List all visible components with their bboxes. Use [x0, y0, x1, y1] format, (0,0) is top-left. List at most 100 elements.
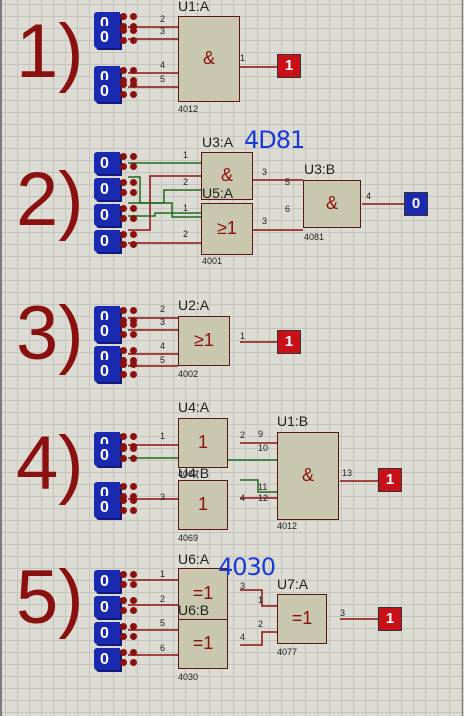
pin-number: 4 — [160, 341, 166, 351]
logic-switch-value: 0 — [100, 651, 109, 668]
component-reference: U6:A — [178, 551, 210, 567]
wire — [128, 444, 178, 500]
switch-terminal-dot — [120, 371, 127, 378]
pin-number: 4 — [366, 191, 372, 201]
gate-symbol: 1 — [197, 432, 208, 452]
pin-number: 13 — [342, 468, 353, 478]
logic-switch-value: 0 — [100, 363, 109, 380]
pin-number: 2 — [160, 594, 166, 604]
switch-terminal-dot — [120, 581, 127, 588]
logic-probe-s4: 1 — [378, 468, 402, 492]
switch-terminal-dot — [130, 597, 137, 604]
part-number: 4001 — [202, 256, 223, 266]
pin-number: 2 — [183, 177, 189, 187]
switch-terminal-dot — [130, 215, 137, 222]
switch-terminal-dot — [130, 153, 137, 160]
switch-terminal-dot — [130, 371, 137, 378]
switch-terminal-dot — [130, 231, 137, 238]
pin-number: 4 — [240, 493, 246, 503]
switch-terminal-dot — [120, 347, 127, 354]
logic-switch-value: 0 — [100, 323, 109, 340]
logic-switch-value: 0 — [100, 447, 109, 464]
section-number: 2) — [16, 157, 84, 242]
wire — [128, 579, 178, 656]
component-reference: U4:B — [178, 465, 210, 481]
switch-terminal-dot — [130, 497, 137, 504]
switch-terminal-dot — [120, 153, 127, 160]
switch-terminal-dot — [130, 321, 137, 328]
switch-terminal-dot — [130, 607, 137, 614]
pin-number: 2 — [258, 619, 264, 629]
section-number: 5) — [16, 555, 84, 640]
schematic-canvas[interactable]: 1) 2) 3) 4) 5) & U1:A 4012 2 3 4 5 1 & U3:A 1 2 3 ≥1 U5:A 40… — [0, 0, 464, 716]
switch-terminal-dot — [130, 581, 137, 588]
gate-symbol: ≥1 — [217, 218, 237, 238]
switch-terminal-dot — [120, 241, 127, 248]
switch-terminal-dot — [120, 13, 127, 20]
switch-terminal-dot — [130, 633, 137, 640]
pin-number: 4 — [160, 60, 166, 70]
switch-terminal-dot — [120, 433, 127, 440]
switch-terminal-dot — [120, 163, 127, 170]
switch-terminal-dot — [120, 445, 127, 452]
pin-number: 2 — [183, 229, 189, 239]
switch-terminal-dot — [130, 163, 137, 170]
pin-number: 1 — [183, 203, 189, 213]
pin-number: 1 — [258, 595, 264, 605]
switch-terminal-dot — [120, 507, 127, 514]
switch-terminal-dot — [130, 623, 137, 630]
switch-terminal-dot — [130, 37, 137, 44]
section-number: 1) — [16, 9, 84, 94]
pin-number: 3 — [262, 167, 268, 177]
switch-terminal-dot — [120, 67, 127, 74]
switch-terminal-dot — [120, 659, 127, 666]
component-reference: U2:A — [178, 297, 210, 313]
pin-number: 6 — [285, 204, 291, 214]
logic-switch-value: 0 — [100, 29, 109, 46]
switch-terminal-dot — [120, 215, 127, 222]
switch-terminal-dot — [130, 331, 137, 338]
logic-probe-s3: 1 — [277, 330, 301, 354]
part-number: 4081 — [304, 232, 325, 242]
logic-switch-value: 0 — [100, 83, 109, 100]
component-reference: U6:B — [178, 602, 210, 618]
pin-number: 10 — [258, 443, 269, 453]
pin-number: 3 — [240, 581, 246, 591]
handwritten-annotation: 4030 — [218, 553, 276, 581]
pin-number: 5 — [160, 618, 166, 628]
wire — [128, 212, 201, 217]
gate-symbol: =1 — [192, 633, 214, 653]
switch-terminal-dot — [130, 179, 137, 186]
pin-number: 11 — [258, 482, 268, 492]
part-number: 4012 — [277, 521, 298, 531]
switch-terminal-dot — [130, 189, 137, 196]
handwritten-annotation: 4D81 — [244, 126, 305, 154]
wire — [252, 179, 303, 231]
switch-terminal-dot — [130, 241, 137, 248]
pin-number: 3 — [160, 26, 166, 36]
logic-switch-value: 0 — [100, 181, 109, 198]
pin-number: 3 — [262, 216, 268, 226]
switch-terminal-dot — [120, 361, 127, 368]
pin-number: 6 — [160, 643, 166, 653]
switch-terminal-dot — [130, 571, 137, 578]
switch-terminal-dot — [120, 455, 127, 462]
pin-number: 1 — [240, 331, 246, 341]
switch-terminal-dot — [120, 231, 127, 238]
part-number: 4012 — [178, 104, 199, 114]
pin-number: 1 — [160, 431, 166, 441]
component-reference: U5:A — [202, 185, 234, 201]
switch-terminal-dot — [130, 307, 137, 314]
switch-terminal-dot — [120, 27, 127, 34]
logic-switch-value: 0 — [100, 233, 109, 250]
switch-terminal-dot — [130, 483, 137, 490]
pin-number: 4 — [240, 632, 246, 642]
pin-number: 5 — [285, 177, 291, 187]
switch-terminal-dot — [120, 91, 127, 98]
switch-terminal-dot — [130, 205, 137, 212]
component-reference: U3:A — [202, 134, 234, 150]
switch-terminal-dot — [120, 483, 127, 490]
gate-symbol: & — [325, 193, 338, 213]
pin-number: 1 — [183, 150, 189, 160]
switch-terminal-dot — [130, 27, 137, 34]
